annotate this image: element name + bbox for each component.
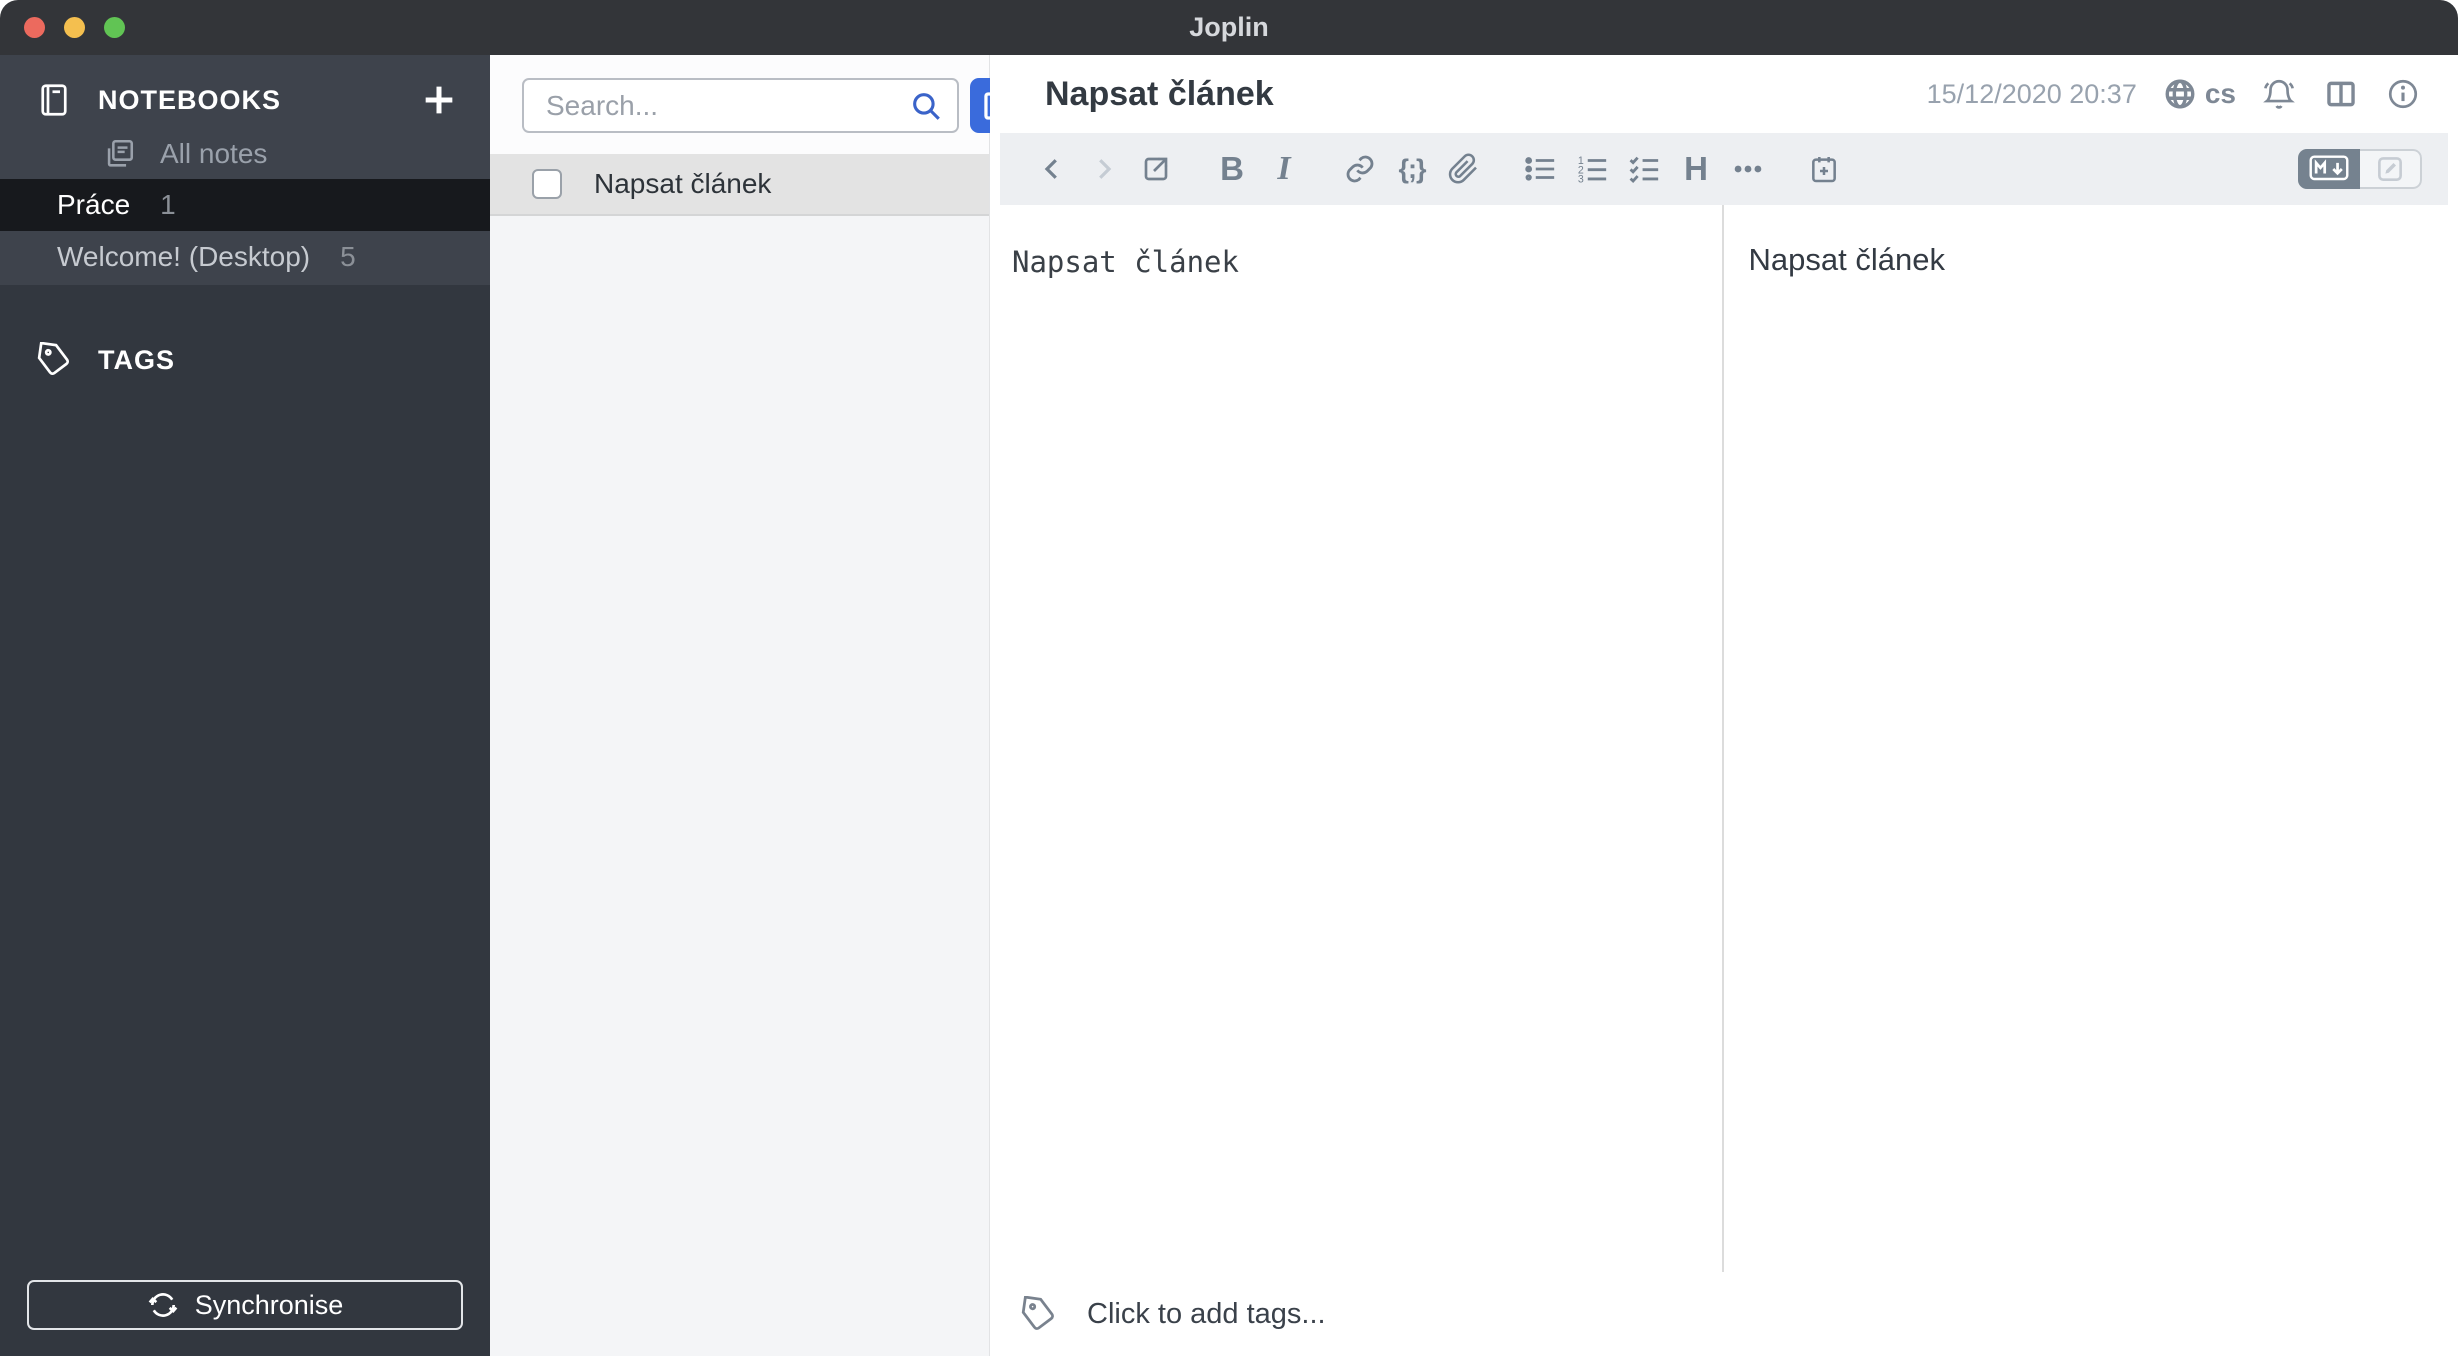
checkbox-list-button[interactable]	[1618, 143, 1670, 195]
editor-toolbar: B I {;} 123 H	[1000, 133, 2448, 205]
markdown-editor-toggle[interactable]	[2298, 149, 2360, 189]
window-title: Joplin	[1189, 12, 1269, 42]
tags-header-label: TAGS	[98, 344, 175, 375]
editor-view-toggle	[2298, 149, 2422, 189]
synchronise-label: Synchronise	[194, 1289, 344, 1320]
hyperlink-button[interactable]	[1334, 143, 1386, 195]
forward-button[interactable]	[1078, 143, 1130, 195]
heading-button[interactable]: H	[1670, 143, 1722, 195]
spellcheck-locale[interactable]: cs	[2205, 78, 2236, 110]
more-options-button[interactable]	[1722, 143, 1774, 195]
sidebar: NOTEBOOKS All notes Práce 1 Welcome! (De…	[0, 55, 490, 1356]
search-icon	[909, 89, 943, 123]
bulleted-list-button[interactable]	[1514, 143, 1566, 195]
note-todo-checkbox[interactable]	[532, 169, 562, 199]
editor-panel: Napsat článek 15/12/2020 20:37 cs B I {;…	[990, 55, 2458, 1356]
note-title[interactable]: Napsat článek	[1045, 75, 1274, 114]
external-edit-icon[interactable]	[1130, 143, 1182, 195]
tags-bar: Click to add tags...	[990, 1272, 2458, 1356]
markdown-editor[interactable]: Napsat článek	[990, 205, 1722, 1272]
markdown-preview: Napsat článek	[1748, 242, 1945, 277]
all-notes-icon	[102, 137, 136, 171]
code-button[interactable]: {;}	[1386, 143, 1438, 195]
search-area	[490, 55, 1091, 154]
minimize-window-button[interactable]	[64, 17, 85, 38]
edit-pencil-icon	[2375, 154, 2405, 184]
all-notes-label: All notes	[160, 138, 268, 169]
notebook-icon	[36, 82, 72, 118]
toggle-layout-icon[interactable]	[2324, 77, 2358, 111]
svg-text:3: 3	[1578, 173, 1584, 185]
notebooks-section: NOTEBOOKS All notes Práce 1 Welcome! (De…	[0, 55, 490, 285]
notebook-label: Práce	[57, 189, 131, 220]
note-header: Napsat článek 15/12/2020 20:37 cs	[990, 55, 2458, 133]
sidebar-item-all-notes[interactable]: All notes	[0, 129, 490, 179]
tags-header: TAGS	[0, 331, 490, 389]
globe-icon	[2163, 77, 2197, 111]
search-box	[522, 78, 959, 133]
sync-icon	[147, 1289, 179, 1321]
note-list-panel: Napsat článek	[490, 55, 1091, 1356]
note-item-title: Napsat článek	[594, 168, 772, 199]
bold-button[interactable]: B	[1206, 143, 1258, 195]
attach-file-button[interactable]	[1438, 143, 1490, 195]
zoom-window-button[interactable]	[104, 17, 125, 38]
notebooks-header-label: NOTEBOOKS	[98, 84, 282, 115]
joplin-window: Joplin NOTEBOOKS All notes Práce 1 Welco…	[0, 0, 2458, 1356]
close-window-button[interactable]	[24, 17, 45, 38]
editor-content: Napsat článek Napsat článek	[990, 205, 2458, 1272]
note-date: 15/12/2020 20:37	[1926, 78, 2137, 109]
tag-icon	[36, 342, 72, 378]
markdown-icon	[2309, 155, 2349, 183]
search-input[interactable]	[544, 88, 909, 123]
notebook-count: 5	[340, 241, 356, 272]
synchronise-button[interactable]: Synchronise	[27, 1280, 463, 1330]
notebooks-header: NOTEBOOKS	[0, 71, 490, 129]
traffic-lights	[24, 0, 125, 55]
tag-icon	[1020, 1295, 1057, 1333]
note-meta: 15/12/2020 20:37 cs	[1927, 77, 2420, 111]
note-list-item[interactable]: Napsat článek	[490, 154, 989, 216]
italic-button[interactable]: I	[1258, 143, 1310, 195]
numbered-list-button[interactable]: 123	[1566, 143, 1618, 195]
titlebar: Joplin	[0, 0, 2458, 55]
sidebar-item-notebook[interactable]: Práce 1	[0, 179, 490, 231]
richtext-editor-toggle[interactable]	[2360, 149, 2422, 189]
insert-datetime-button[interactable]	[1798, 143, 1850, 195]
note-properties-info-icon[interactable]	[2386, 77, 2420, 111]
notebook-count: 1	[160, 189, 176, 220]
add-tags-button[interactable]: Click to add tags...	[1087, 1298, 1326, 1331]
back-button[interactable]	[1026, 143, 1078, 195]
alarm-bell-icon[interactable]	[2262, 77, 2296, 111]
notebook-label: Welcome! (Desktop)	[57, 241, 311, 272]
new-notebook-button[interactable]	[418, 79, 460, 121]
sidebar-item-notebook[interactable]: Welcome! (Desktop) 5	[0, 231, 490, 283]
